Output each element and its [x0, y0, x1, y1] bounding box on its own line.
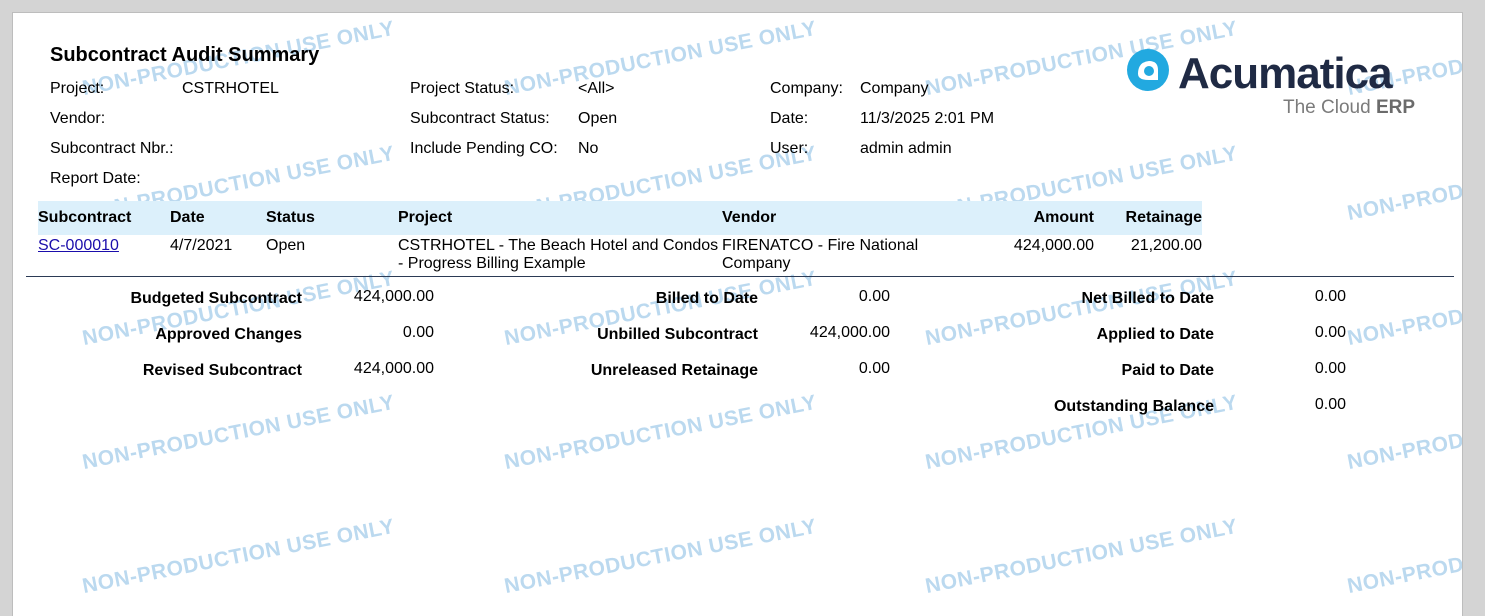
report-page: NON-PRODUCTION USE ONLY NON-PRODUCTION U…	[12, 12, 1463, 616]
unreleased-retainage-label: Unreleased Retainage	[590, 362, 758, 379]
applied-to-date-value: 0.00	[1314, 324, 1346, 341]
report-date-label: Report Date:	[50, 170, 141, 187]
approved-changes-label: Approved Changes	[155, 326, 302, 343]
outstanding-balance-value: 0.00	[1314, 396, 1346, 413]
watermark: NON-PRODUCTION USE ONLY	[80, 390, 397, 475]
include-pending-value: No	[578, 140, 599, 157]
watermark: NON-PROD	[1345, 179, 1463, 226]
net-billed-to-date-label: Net Billed to Date	[1081, 290, 1214, 307]
subcontract-nbr-label: Subcontract Nbr.:	[50, 140, 174, 157]
project-label: Project:	[50, 80, 105, 97]
watermark: NON-PROD	[1345, 304, 1463, 351]
paid-to-date-value: 0.00	[1314, 360, 1346, 377]
user-label: User:	[770, 140, 809, 157]
paid-to-date-label: Paid to Date	[1121, 362, 1214, 379]
row-retainage: 21,200.00	[1130, 237, 1202, 254]
approved-changes-value: 0.00	[402, 324, 434, 341]
date-value: 11/3/2025 2:01 PM	[860, 110, 995, 127]
date-label: Date:	[770, 110, 809, 127]
report-title: Subcontract Audit Summary	[50, 44, 320, 66]
table-divider	[26, 276, 1454, 277]
col-header-status: Status	[266, 209, 315, 226]
col-header-date: Date	[170, 209, 205, 226]
include-pending-label: Include Pending CO:	[410, 140, 558, 157]
logo-wordmark: Acumatica	[1178, 49, 1393, 98]
row-date: 4/7/2021	[170, 237, 233, 254]
watermark: NON-PRODUCTION USE ONLY	[923, 514, 1240, 599]
logo-tagline-emphasis: ERP	[1375, 97, 1416, 118]
col-header-retainage: Retainage	[1125, 209, 1202, 226]
vendor-label: Vendor:	[50, 110, 106, 127]
budgeted-subcontract-label: Budgeted Subcontract	[130, 290, 302, 307]
applied-to-date-label: Applied to Date	[1096, 326, 1214, 343]
company-value: Company	[860, 80, 929, 97]
project-status-label: Project Status:	[410, 80, 515, 97]
acumatica-logo: Acumatica The Cloud ERP	[1125, 45, 1445, 125]
unbilled-subcontract-label: Unbilled Subcontract	[597, 326, 758, 343]
billed-to-date-label: Billed to Date	[655, 290, 758, 307]
user-value: admin admin	[860, 140, 952, 157]
revised-subcontract-value: 424,000.00	[353, 360, 434, 377]
watermark: NON-PRODUCTION USE ONLY	[502, 514, 819, 599]
row-project: CSTRHOTEL - The Beach Hotel and Condos -…	[398, 237, 719, 272]
subcontract-link[interactable]: SC-000010	[38, 237, 119, 255]
outstanding-balance-label: Outstanding Balance	[1053, 398, 1214, 415]
acumatica-logo-icon	[1127, 49, 1169, 91]
col-header-amount: Amount	[1033, 209, 1094, 226]
watermark: NON-PROD	[1345, 552, 1463, 599]
project-value: CSTRHOTEL	[182, 80, 279, 97]
watermark: NON-PROD	[1345, 428, 1463, 475]
unreleased-retainage-value: 0.00	[858, 360, 890, 377]
watermark: NON-PRODUCTION USE ONLY	[80, 514, 397, 599]
revised-subcontract-label: Revised Subcontract	[142, 362, 302, 379]
subcontract-link-text[interactable]: SC-000010	[38, 237, 119, 254]
unbilled-subcontract-value: 424,000.00	[809, 324, 890, 341]
col-header-vendor: Vendor	[722, 209, 777, 226]
budgeted-subcontract-value: 424,000.00	[353, 288, 434, 305]
net-billed-to-date-value: 0.00	[1314, 288, 1346, 305]
row-status: Open	[266, 237, 306, 254]
col-header-subcontract: Subcontract	[38, 209, 132, 226]
subcontract-status-value: Open	[578, 110, 618, 127]
company-label: Company:	[770, 80, 843, 97]
logo-tagline: The Cloud ERP	[1283, 97, 1416, 118]
project-status-value: <All>	[578, 80, 615, 97]
billed-to-date-value: 0.00	[858, 288, 890, 305]
watermark: NON-PRODUCTION USE ONLY	[502, 390, 819, 475]
col-header-project: Project	[398, 209, 453, 226]
row-amount: 424,000.00	[1013, 237, 1094, 254]
row-vendor: FIRENATCO - Fire National Company	[722, 237, 919, 272]
subcontract-status-label: Subcontract Status:	[410, 110, 550, 127]
